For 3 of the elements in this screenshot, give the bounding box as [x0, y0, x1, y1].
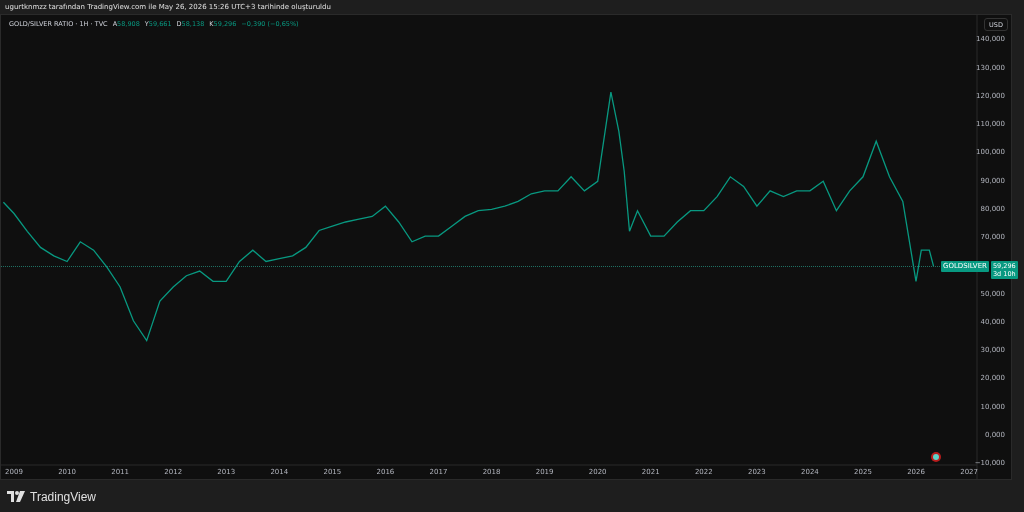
brand-name: TradingView — [30, 489, 97, 504]
logo-icon — [7, 491, 25, 502]
event-marker-icon — [931, 452, 941, 462]
